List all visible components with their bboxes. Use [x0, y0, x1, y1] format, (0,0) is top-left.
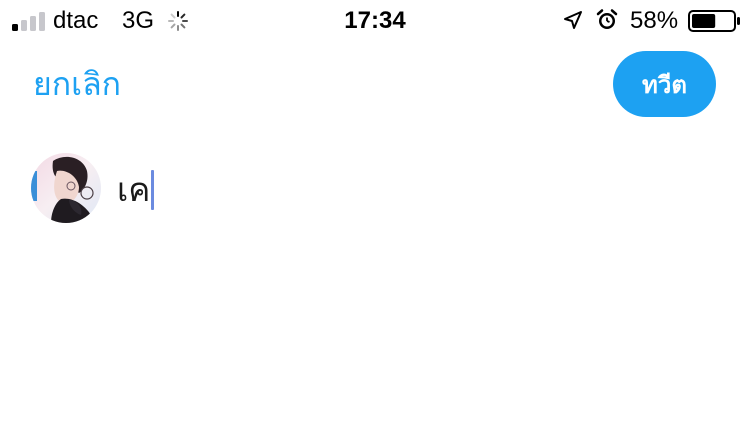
compose-tweet-screen: dtac 3G 17:34 58% ยกเลิก ทวีต เค — [0, 0, 750, 421]
location-arrow-icon — [564, 11, 582, 29]
status-bar: dtac 3G 17:34 58% — [0, 0, 750, 40]
text-cursor — [151, 170, 155, 210]
avatar-image — [31, 153, 101, 223]
compose-text-value: เค — [117, 171, 151, 208]
battery-percentage: 58% — [630, 7, 679, 34]
alarm-clock-icon — [596, 9, 618, 29]
avatar[interactable] — [31, 153, 101, 223]
tweet-button-label: ทวีต — [642, 71, 687, 99]
battery-icon — [688, 10, 740, 32]
cancel-button[interactable]: ยกเลิก — [33, 64, 121, 104]
tweet-compose-input[interactable]: เค — [117, 168, 155, 212]
tweet-button[interactable]: ทวีต — [613, 51, 716, 117]
